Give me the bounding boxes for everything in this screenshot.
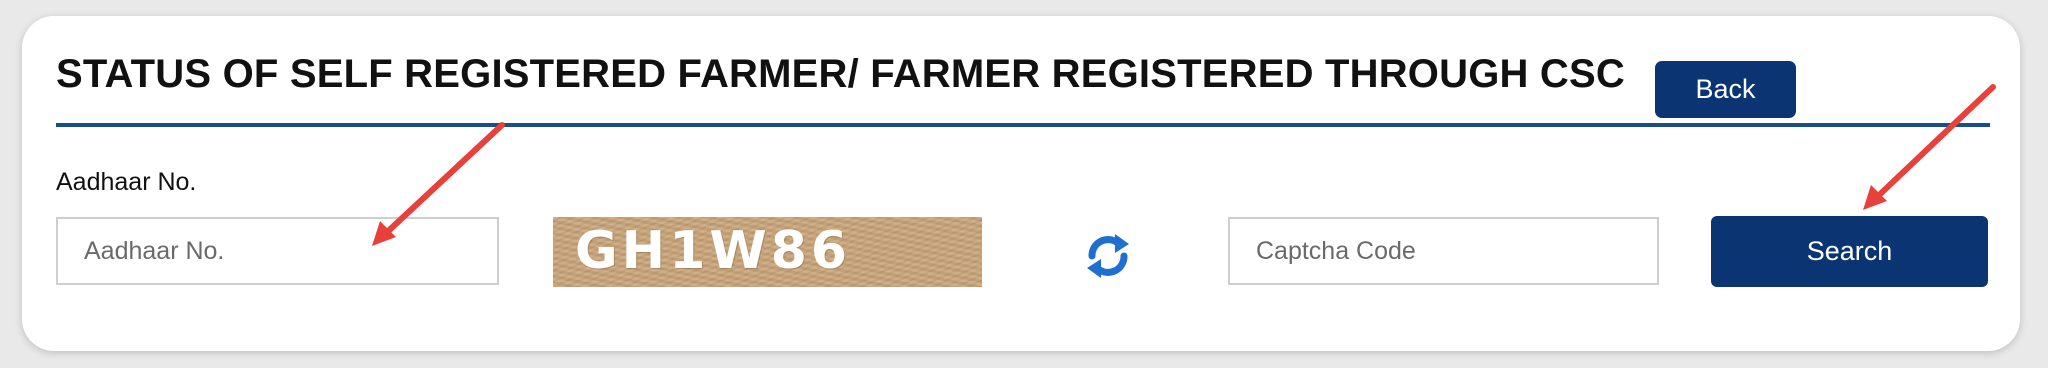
aadhaar-label: Aadhaar No. [56,168,197,196]
refresh-icon[interactable] [1082,226,1134,286]
captcha-code-input[interactable] [1228,217,1659,285]
captcha-image-text: GH1W86 [575,221,852,281]
captcha-image: GH1W86 [553,217,982,287]
back-button[interactable]: Back [1655,61,1796,118]
page-title: STATUS OF SELF REGISTERED FARMER/ FARMER… [56,52,1625,96]
aadhaar-input[interactable] [56,217,499,285]
search-button[interactable]: Search [1711,216,1988,287]
title-divider [56,123,1990,127]
